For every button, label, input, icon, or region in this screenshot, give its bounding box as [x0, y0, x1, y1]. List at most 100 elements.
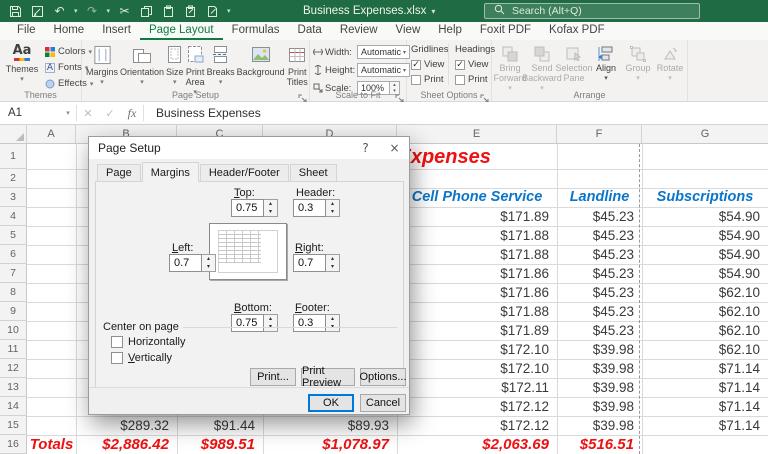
cell-B15[interactable]: $289.32	[77, 416, 169, 435]
column-header-f[interactable]: F	[557, 125, 642, 143]
options-button[interactable]: Options...	[359, 368, 407, 386]
cell-F5[interactable]: $45.23	[558, 226, 634, 245]
header-margin-spinner[interactable]: 0.3 ▴ ▾	[293, 199, 340, 217]
cancel-button[interactable]: Cancel	[360, 394, 406, 412]
dialog-tab-sheet[interactable]: Sheet	[289, 164, 337, 181]
right-margin-spinner[interactable]: 0.7 ▴ ▾	[293, 254, 340, 272]
cell-E11[interactable]: $172.10	[398, 340, 549, 359]
headings-print-checkbox[interactable]: Print	[455, 74, 492, 85]
margins-button[interactable]: Margins ▾	[85, 42, 119, 97]
tab-view[interactable]: View	[387, 22, 430, 40]
selection-pane-button[interactable]: Selection Pane	[555, 42, 593, 92]
undo-icon[interactable]: ↶	[52, 4, 67, 19]
cell-G8[interactable]: $62.10	[643, 283, 760, 302]
cancel-entry-icon[interactable]: ✕	[77, 102, 99, 124]
cell-C16-total[interactable]: $989.51	[178, 435, 255, 454]
column-header-g[interactable]: G	[642, 125, 768, 143]
save-icon[interactable]	[8, 4, 23, 19]
top-margin-value[interactable]: 0.75	[231, 199, 264, 217]
cell-E3-header[interactable]: Cell Phone Service	[397, 188, 557, 207]
cell-E7[interactable]: $171.86	[398, 264, 549, 283]
cell-G9[interactable]: $62.10	[643, 302, 760, 321]
cell-F8[interactable]: $45.23	[558, 283, 634, 302]
cell-G11[interactable]: $62.10	[643, 340, 760, 359]
edit-document-icon[interactable]	[30, 4, 45, 19]
footer-margin-value[interactable]: 0.3	[293, 314, 326, 332]
cell-F9[interactable]: $45.23	[558, 302, 634, 321]
cell-G15[interactable]: $71.14	[643, 416, 760, 435]
dialog-close-icon[interactable]: ×	[380, 137, 409, 159]
search-box[interactable]: Search (Alt+Q)	[484, 3, 700, 19]
cell-F12[interactable]: $39.98	[558, 359, 634, 378]
redo-dropdown-icon[interactable]: ▾	[107, 7, 111, 15]
cell-E12[interactable]: $172.10	[398, 359, 549, 378]
insert-function-icon[interactable]: fx	[121, 102, 143, 124]
cell-E5[interactable]: $171.88	[398, 226, 549, 245]
footer-margin-spinner[interactable]: 0.3 ▴ ▾	[293, 314, 340, 332]
cell-E4[interactable]: $171.89	[398, 207, 549, 226]
cell-G10[interactable]: $62.10	[643, 321, 760, 340]
tab-insert[interactable]: Insert	[93, 22, 140, 40]
dialog-help-icon[interactable]: ?	[351, 137, 380, 159]
tab-home[interactable]: Home	[45, 22, 94, 40]
confirm-entry-icon[interactable]: ✓	[99, 102, 121, 124]
formula-content[interactable]: Business Expenses	[144, 102, 768, 124]
cell-B16-total[interactable]: $2,886.42	[77, 435, 169, 454]
cell-F15[interactable]: $39.98	[558, 416, 634, 435]
width-select[interactable]: Automatic ▾	[357, 45, 410, 59]
cell-F14[interactable]: $39.98	[558, 397, 634, 416]
print-button[interactable]: Print...	[250, 368, 296, 386]
print-area-button[interactable]: Print Area ▾	[185, 42, 206, 97]
header-margin-value[interactable]: 0.3	[293, 199, 326, 217]
horizontally-checkbox[interactable]: Horizontally	[111, 336, 185, 348]
cell-G6[interactable]: $54.90	[643, 245, 760, 264]
size-button[interactable]: Size ▾	[165, 42, 185, 97]
tab-page-layout[interactable]: Page Layout	[139, 22, 223, 40]
background-button[interactable]: Background	[236, 42, 286, 97]
cell-G14[interactable]: $71.14	[643, 397, 760, 416]
page-setup-dialog-launcher-icon[interactable]	[298, 90, 307, 103]
cell-D16-total[interactable]: $1,078.97	[264, 435, 389, 454]
cell-E9[interactable]: $171.88	[398, 302, 549, 321]
sheet-options-dialog-launcher-icon[interactable]	[480, 90, 489, 103]
paste-special-icon[interactable]	[183, 4, 198, 19]
column-header-a[interactable]: A	[27, 125, 76, 143]
bring-forward-button[interactable]: Bring Forward ▾	[494, 42, 527, 92]
cell-E14[interactable]: $172.12	[398, 397, 549, 416]
cell-G5[interactable]: $54.90	[643, 226, 760, 245]
copy-icon[interactable]	[139, 4, 154, 19]
cell-F7[interactable]: $45.23	[558, 264, 634, 283]
customize-qat-icon[interactable]: ▾	[227, 7, 231, 15]
cell-G7[interactable]: $54.90	[643, 264, 760, 283]
left-margin-spinner-buttons[interactable]: ▴ ▾	[202, 254, 216, 272]
bottom-margin-spinner[interactable]: 0.75 ▴ ▾	[231, 314, 278, 332]
cell-E15[interactable]: $172.12	[398, 416, 549, 435]
cell-D15[interactable]: $89.93	[264, 416, 389, 435]
cell-F6[interactable]: $45.23	[558, 245, 634, 264]
cell-E16-total[interactable]: $2,063.69	[398, 435, 549, 454]
quick-print-icon[interactable]	[205, 4, 220, 19]
tab-review[interactable]: Review	[331, 22, 387, 40]
height-select[interactable]: Automatic ▾	[357, 63, 410, 77]
scale-to-fit-dialog-launcher-icon[interactable]	[395, 90, 404, 103]
dialog-tab-margins[interactable]: Margins	[141, 162, 199, 182]
cell-E13[interactable]: $172.11	[398, 378, 549, 397]
tab-kofax-pdf[interactable]: Kofax PDF	[540, 22, 614, 40]
send-backward-button[interactable]: Send Backward ▾	[522, 42, 562, 92]
cell-F10[interactable]: $45.23	[558, 321, 634, 340]
cell-F3-header[interactable]: Landline	[557, 188, 642, 207]
cut-icon[interactable]: ✂	[117, 4, 132, 19]
gridlines-print-checkbox[interactable]: Print	[411, 74, 448, 85]
paste-icon[interactable]	[161, 4, 176, 19]
cell-G12[interactable]: $71.14	[643, 359, 760, 378]
cell-G4[interactable]: $54.90	[643, 207, 760, 226]
print-titles-button[interactable]: Print Titles	[286, 42, 309, 97]
print-preview-button[interactable]: Print Preview	[301, 365, 355, 389]
rotate-button[interactable]: Rotate ▾	[654, 42, 686, 92]
redo-icon[interactable]: ↷	[85, 4, 100, 19]
name-box-dropdown-icon[interactable]: ▾	[60, 102, 76, 124]
cell-F4[interactable]: $45.23	[558, 207, 634, 226]
footer-margin-spinner-buttons[interactable]: ▴ ▾	[326, 314, 340, 332]
themes-button[interactable]: Aa Themes ▾	[3, 44, 41, 83]
orientation-button[interactable]: Orientation ▾	[119, 42, 165, 97]
